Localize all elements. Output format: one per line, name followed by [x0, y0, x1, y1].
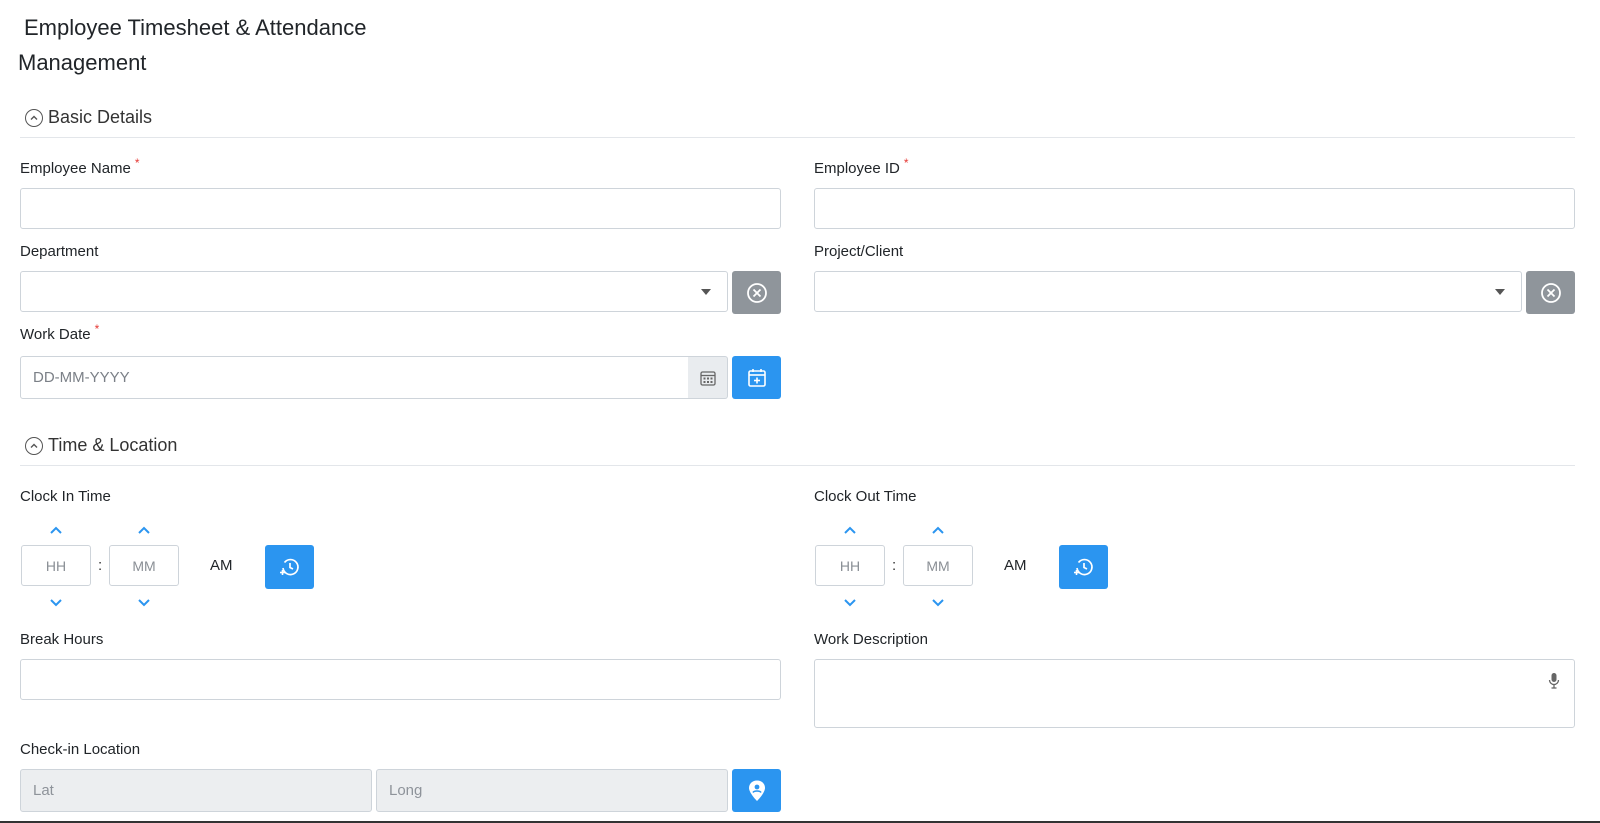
section-basic-details[interactable]: Basic Details — [20, 98, 1575, 138]
location-pin-icon — [748, 780, 765, 801]
clock-in-label: Clock In Time — [20, 488, 111, 505]
caret-down-icon — [1495, 289, 1505, 295]
work-date-input[interactable]: DD-MM-YYYY — [20, 356, 689, 399]
clock-in-now-button[interactable] — [265, 545, 314, 589]
employee-name-label-text: Employee Name — [20, 160, 131, 177]
page-title: Employee Timesheet & Attendance Manageme… — [18, 10, 438, 80]
break-hours-label: Break Hours — [20, 631, 104, 648]
clock-in-minute-input[interactable]: MM — [109, 545, 179, 586]
clock-in-hour-up[interactable] — [46, 524, 66, 536]
work-date-label: Work Date * — [20, 322, 99, 343]
chevron-down-icon — [932, 599, 944, 607]
clock-out-now-button[interactable] — [1059, 545, 1108, 589]
chevron-up-icon — [932, 526, 944, 534]
calendar-addon[interactable] — [688, 356, 728, 399]
section-time-location[interactable]: Time & Location — [20, 426, 1575, 466]
chevron-up-circle-icon — [25, 436, 43, 455]
employee-id-label-text: Employee ID — [814, 160, 900, 177]
latitude-input[interactable]: Lat — [20, 769, 372, 812]
section-title: Time & Location — [48, 435, 178, 455]
work-date-placeholder: DD-MM-YYYY — [33, 369, 130, 386]
department-label: Department — [20, 243, 99, 260]
calendar-plus-icon — [747, 368, 766, 387]
page-title-line1: Employee Timesheet & Attendance — [24, 15, 367, 40]
chevron-up-icon — [138, 526, 150, 534]
clock-in-minute-down[interactable] — [134, 597, 154, 609]
clock-in-hour-down[interactable] — [46, 597, 66, 609]
caret-down-icon — [701, 289, 711, 295]
chevron-down-icon — [50, 599, 62, 607]
required-marker: * — [94, 322, 100, 336]
get-location-button[interactable] — [732, 769, 781, 812]
time-separator: : — [892, 557, 897, 574]
clock-in-minute-up[interactable] — [134, 524, 154, 536]
clock-in-hour-input[interactable]: HH — [21, 545, 91, 586]
checkin-location-label: Check-in Location — [20, 741, 141, 758]
clock-out-minute-up[interactable] — [928, 524, 948, 536]
clock-out-hour-input[interactable]: HH — [815, 545, 885, 586]
microphone-icon[interactable] — [1548, 672, 1560, 690]
clock-history-icon — [1073, 558, 1093, 576]
employee-id-input[interactable] — [814, 188, 1575, 229]
close-circle-icon — [1540, 282, 1561, 303]
clock-out-ampm-toggle[interactable]: AM — [1004, 557, 1027, 574]
break-hours-input[interactable] — [20, 659, 781, 700]
project-client-select[interactable] — [814, 271, 1522, 312]
employee-name-input[interactable] — [20, 188, 781, 229]
close-circle-icon — [746, 282, 767, 303]
employee-id-label: Employee ID * — [814, 156, 909, 177]
clock-out-minute-down[interactable] — [928, 597, 948, 609]
time-separator: : — [98, 557, 103, 574]
clock-in-ampm-toggle[interactable]: AM — [210, 557, 233, 574]
department-clear-button[interactable] — [732, 271, 781, 314]
longitude-input[interactable]: Long — [376, 769, 728, 812]
chevron-up-icon — [844, 526, 856, 534]
latitude-placeholder: Lat — [33, 782, 54, 799]
project-client-label: Project/Client — [814, 243, 904, 260]
work-description-label: Work Description — [814, 631, 928, 648]
chevron-up-circle-icon — [25, 108, 43, 127]
add-date-button[interactable] — [732, 356, 781, 399]
clock-out-hour-down[interactable] — [840, 597, 860, 609]
clock-history-icon — [279, 558, 299, 576]
required-marker: * — [134, 156, 140, 170]
employee-name-label: Employee Name * — [20, 156, 140, 177]
chevron-down-icon — [844, 599, 856, 607]
chevron-down-icon — [138, 599, 150, 607]
calendar-icon — [699, 370, 716, 386]
department-select[interactable] — [20, 271, 728, 312]
page-title-line2: Management — [18, 50, 147, 75]
chevron-up-icon — [50, 526, 62, 534]
project-client-clear-button[interactable] — [1526, 271, 1575, 314]
section-title: Basic Details — [48, 107, 153, 127]
clock-out-minute-input[interactable]: MM — [903, 545, 973, 586]
work-date-label-text: Work Date — [20, 326, 91, 343]
required-marker: * — [903, 156, 909, 170]
longitude-placeholder: Long — [389, 782, 423, 799]
clock-out-hour-up[interactable] — [840, 524, 860, 536]
clock-out-label: Clock Out Time — [814, 488, 917, 505]
work-description-textarea[interactable] — [814, 659, 1575, 728]
